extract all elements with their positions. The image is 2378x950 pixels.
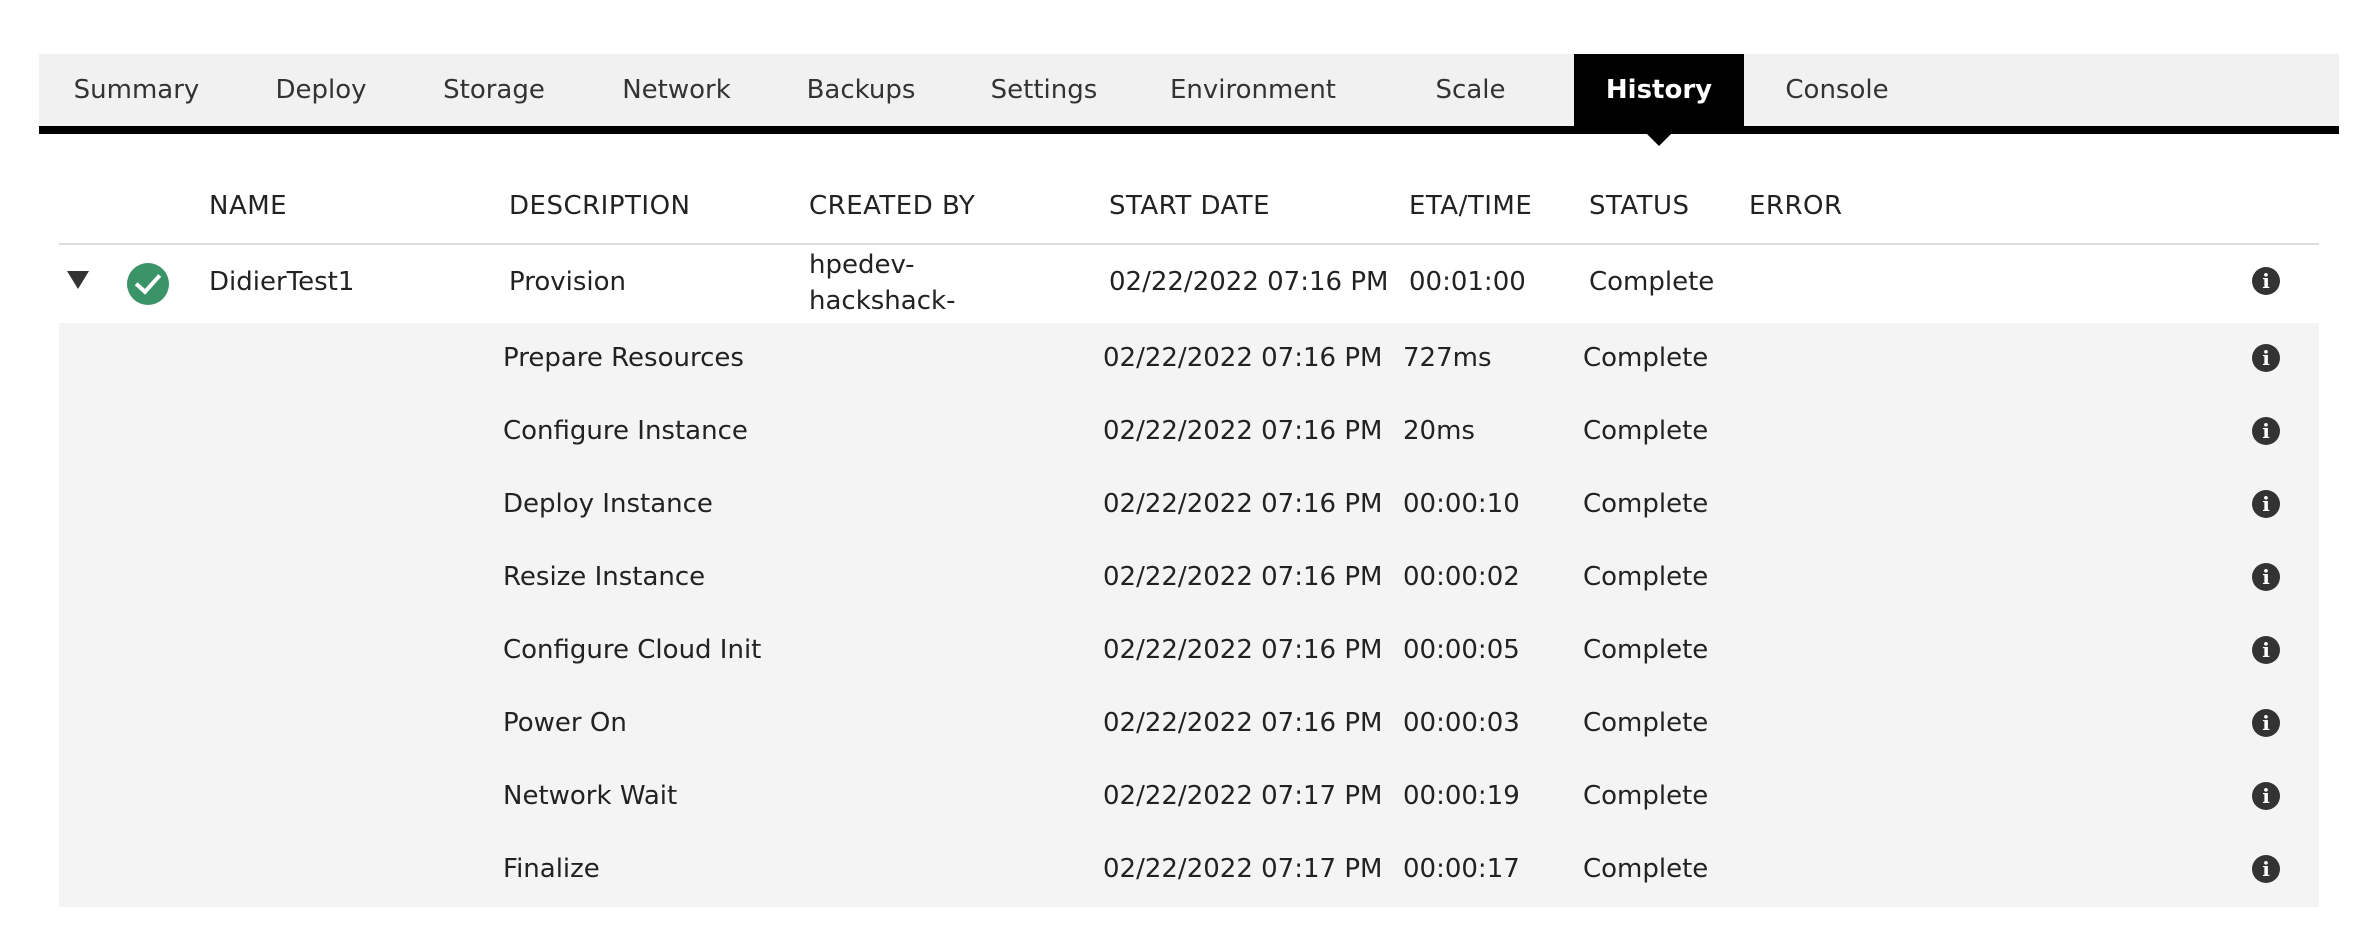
tab-network[interactable]: Network [580,54,773,126]
subrow-start-date: 02/22/2022 07:16 PM [1103,708,1383,738]
row-eta-time: 00:01:00 [1409,267,1526,297]
subrow-start-date: 02/22/2022 07:16 PM [1103,562,1383,592]
subrow-description: Resize Instance [503,562,706,592]
subrow-start-date: 02/22/2022 07:16 PM [1103,635,1383,665]
row-status: Complete [1589,267,1715,297]
subrow-description: Prepare Resources [503,343,744,373]
subrow-start-date: 02/22/2022 07:16 PM [1103,489,1383,519]
info-icon[interactable]: i [2252,782,2280,810]
subrow-status: Complete [1583,343,1709,373]
subrow-eta-time: 00:00:03 [1403,708,1520,738]
subrow-status: Complete [1583,635,1709,665]
table-row: Prepare Resources 02/22/2022 07:16 PM 72… [59,323,2319,396]
subrow-status: Complete [1583,416,1709,446]
subrow-start-date: 02/22/2022 07:16 PM [1103,416,1383,446]
subrow-status: Complete [1583,781,1709,811]
history-table: NAME DESCRIPTION CREATED BY START DATE E… [59,175,2319,907]
subrow-description: Configure Cloud Init [503,635,762,665]
column-header-name[interactable]: NAME [209,191,287,221]
tab-deploy[interactable]: Deploy [234,54,408,126]
tab-history[interactable]: History [1574,54,1744,146]
column-header-error[interactable]: ERROR [1749,191,1843,221]
check-circle-icon [127,263,169,305]
subrow-eta-time: 00:00:19 [1403,781,1520,811]
subrow-description: Power On [503,708,627,738]
subrow-start-date: 02/22/2022 07:17 PM [1103,781,1383,811]
subrow-description: Network Wait [503,781,678,811]
subrow-eta-time: 00:00:05 [1403,635,1520,665]
column-header-status[interactable]: STATUS [1589,191,1690,221]
table-row: Resize Instance 02/22/2022 07:16 PM 00:0… [59,542,2319,615]
subrow-description: Finalize [503,854,600,884]
subrow-status: Complete [1583,708,1709,738]
row-name: DidierTest1 [209,267,355,297]
tab-storage[interactable]: Storage [408,54,580,126]
subrow-eta-time: 00:00:10 [1403,489,1520,519]
tab-console[interactable]: Console [1744,54,1930,126]
subrow-description: Configure Instance [503,416,748,446]
info-icon[interactable]: i [2252,709,2280,737]
table-row: Configure Cloud Init 02/22/2022 07:16 PM… [59,615,2319,688]
info-icon[interactable]: i [2252,490,2280,518]
table-row: Deploy Instance 02/22/2022 07:16 PM 00:0… [59,469,2319,542]
column-header-created-by[interactable]: CREATED BY [809,191,975,221]
info-icon[interactable]: i [2252,855,2280,883]
tab-bar-underline [39,126,2339,134]
tab-summary[interactable]: Summary [39,54,234,126]
info-icon[interactable]: i [2252,417,2280,445]
subrow-eta-time: 727ms [1403,343,1492,373]
subrow-status: Complete [1583,562,1709,592]
info-icon[interactable]: i [2252,344,2280,372]
instance-tab-bar: Summary Deploy Storage Network Backups S… [39,54,2339,146]
subrow-start-date: 02/22/2022 07:17 PM [1103,854,1383,884]
subrow-eta-time: 20ms [1403,416,1475,446]
subrow-start-date: 02/22/2022 07:16 PM [1103,343,1383,373]
subrow-eta-time: 00:00:17 [1403,854,1520,884]
info-icon[interactable]: i [2252,636,2280,664]
history-row-provision[interactable]: DidierTest1 Provision hpedev-hackshack-t… [59,245,2319,352]
tab-scale[interactable]: Scale [1367,54,1574,126]
tab-environment[interactable]: Environment [1139,54,1367,126]
subrow-status: Complete [1583,489,1709,519]
subrow-status: Complete [1583,854,1709,884]
table-row: Network Wait 02/22/2022 07:17 PM 00:00:1… [59,761,2319,834]
table-header: NAME DESCRIPTION CREATED BY START DATE E… [59,175,2319,245]
column-header-eta-time[interactable]: ETA/TIME [1409,191,1532,221]
table-row: Finalize 02/22/2022 07:17 PM 00:00:17 Co… [59,834,2319,907]
subrow-description: Deploy Instance [503,489,713,519]
row-description: Provision [509,267,627,297]
caret-down-icon[interactable] [67,271,89,289]
info-icon[interactable]: i [2252,267,2280,295]
tab-backups[interactable]: Backups [773,54,949,126]
column-header-description[interactable]: DESCRIPTION [509,191,690,221]
column-header-start-date[interactable]: START DATE [1109,191,1270,221]
info-icon[interactable]: i [2252,563,2280,591]
subrow-eta-time: 00:00:02 [1403,562,1520,592]
tab-settings[interactable]: Settings [949,54,1139,126]
table-row: Configure Instance 02/22/2022 07:16 PM 2… [59,396,2319,469]
row-start-date: 02/22/2022 07:16 PM [1109,267,1389,297]
table-row: Power On 02/22/2022 07:16 PM 00:00:03 Co… [59,688,2319,761]
